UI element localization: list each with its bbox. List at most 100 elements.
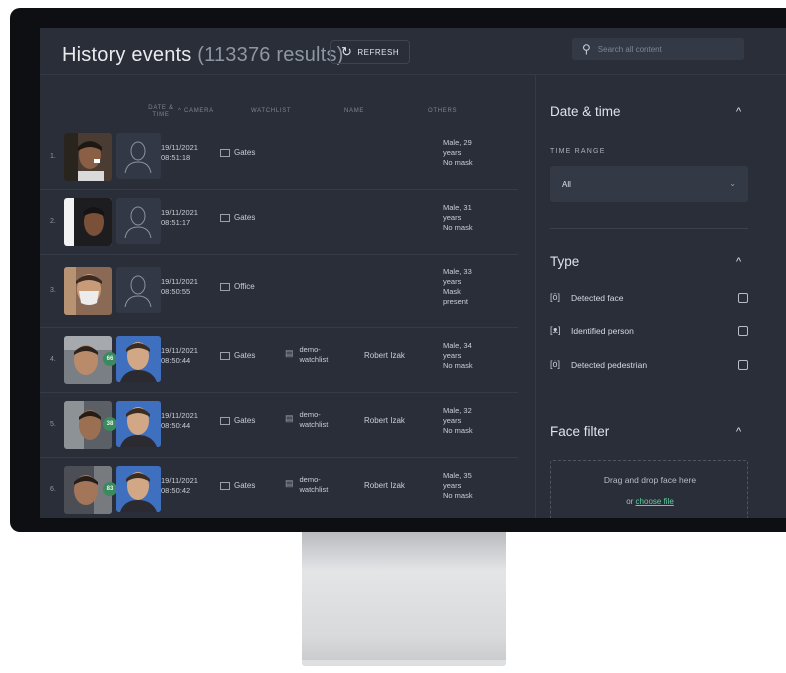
column-header-camera[interactable]: CAMERA <box>184 108 214 115</box>
event-datetime: 19/11/2021 08:51:18 <box>161 143 198 162</box>
event-camera: Gates <box>220 481 255 490</box>
checkbox[interactable] <box>738 360 748 370</box>
page-title: History events (113376 results) <box>62 44 344 67</box>
event-camera: Gates <box>220 148 255 157</box>
checkbox[interactable] <box>738 326 748 336</box>
date-time-section-title: Date & time <box>550 104 621 119</box>
row-number: 3. <box>50 287 56 294</box>
monitor-frame: History events (113376 results) ↻ REFRES… <box>10 8 786 532</box>
table-row[interactable]: 5. 38 19/11/2021 08:50:44 Gates ▤ demo- … <box>40 393 518 458</box>
match-score-badge: 66 <box>103 352 117 366</box>
event-others: Male, 33 years Mask present <box>443 267 472 306</box>
event-others: Male, 31 years No mask <box>443 203 473 232</box>
drop-instruction: Drag and drop face here <box>603 475 697 485</box>
person-scan-icon: [ᴥ] <box>550 325 561 335</box>
face-filter-section-title: Face filter <box>550 424 610 439</box>
page-title-text: History events <box>62 44 192 66</box>
type-option-detected-pedestrian[interactable]: [ȯ] Detected pedestrian <box>550 359 750 373</box>
type-section-title: Type <box>550 254 580 269</box>
chevron-up-icon[interactable]: ^ <box>736 106 741 118</box>
placeholder-face-icon <box>116 198 161 244</box>
results-count: (113376 results) <box>197 44 344 66</box>
camera-icon <box>220 282 230 291</box>
placeholder-face-icon <box>116 133 161 179</box>
watchlist-icon: ▤ <box>285 478 294 488</box>
event-datetime: 19/11/2021 08:50:44 <box>161 411 198 430</box>
camera-icon <box>220 148 230 157</box>
event-datetime: 19/11/2021 08:51:17 <box>161 208 198 227</box>
event-person-name[interactable]: Robert Izak <box>364 416 405 425</box>
row-number: 1. <box>50 153 56 160</box>
monitor-stand <box>302 532 506 664</box>
match-score-badge: 83 <box>103 482 117 496</box>
watchlist-icon: ▤ <box>285 348 294 358</box>
table-row[interactable]: 4. 66 19/11/2021 08:50:44 Gates ▤ demo- … <box>40 328 518 393</box>
app-screen: History events (113376 results) ↻ REFRES… <box>40 28 786 518</box>
table-row[interactable]: 3. 19/11/2021 08:50:55 Office Male, 33 y… <box>40 255 518 328</box>
column-header-others[interactable]: OTHERS <box>428 108 457 115</box>
event-others: Male, 35 years No mask <box>443 471 473 500</box>
event-camera: Gates <box>220 213 255 222</box>
search-placeholder: Search all content <box>597 44 662 54</box>
choose-file-line: or choose file <box>626 497 674 506</box>
row-number: 4. <box>50 356 56 363</box>
event-datetime: 19/11/2021 08:50:42 <box>161 476 198 495</box>
watchlist-photo[interactable] <box>116 466 161 512</box>
row-number: 6. <box>50 486 56 493</box>
detection-photo[interactable] <box>64 198 112 246</box>
camera-icon <box>220 481 230 490</box>
row-number: 2. <box>50 218 56 225</box>
event-person-name[interactable]: Robert Izak <box>364 351 405 360</box>
event-watchlist[interactable]: ▤ demo- watchlist <box>285 410 328 430</box>
time-range-select[interactable]: All ⌄ <box>550 166 748 202</box>
column-header-name[interactable]: NAME <box>344 108 364 115</box>
event-watchlist[interactable]: ▤ demo- watchlist <box>285 345 328 365</box>
chevron-up-icon[interactable]: ^ <box>736 256 741 268</box>
event-others: Male, 34 years No mask <box>443 341 473 370</box>
search-icon: ⚲ <box>582 42 591 56</box>
face-scan-icon: [ō] <box>550 292 561 302</box>
detection-photo[interactable] <box>64 267 112 315</box>
face-drop-zone[interactable]: Drag and drop face here or choose file <box>550 460 748 518</box>
table-row[interactable]: 6. 83 19/11/2021 08:50:42 Gates ▤ demo- … <box>40 458 518 518</box>
column-header-date-time[interactable]: DATE & TIME <box>148 105 174 119</box>
placeholder-face-icon <box>116 267 161 313</box>
monitor-stand-base <box>302 660 506 666</box>
refresh-label: REFRESH <box>357 47 400 57</box>
time-range-label: TIME RANGE <box>550 148 606 155</box>
sidebar-divider <box>535 74 536 518</box>
header-divider <box>40 74 786 75</box>
chevron-up-icon[interactable]: ^ <box>736 426 741 438</box>
search-input[interactable]: ⚲ Search all content <box>572 38 744 60</box>
chevron-down-icon: ⌄ <box>729 179 736 188</box>
match-score-badge: 38 <box>103 417 117 431</box>
watchlist-photo[interactable] <box>116 401 161 447</box>
table-row[interactable]: 2. 19/11/2021 08:51:17 Gates Male, 31 ye… <box>40 190 518 255</box>
section-divider <box>550 228 748 229</box>
camera-icon <box>220 416 230 425</box>
watchlist-photo[interactable] <box>116 336 161 382</box>
event-camera: Gates <box>220 416 255 425</box>
event-camera: Gates <box>220 351 255 360</box>
checkbox[interactable] <box>738 293 748 303</box>
row-number: 5. <box>50 421 56 428</box>
detection-photo[interactable] <box>64 133 112 181</box>
event-person-name[interactable]: Robert Izak <box>364 481 405 490</box>
event-watchlist[interactable]: ▤ demo- watchlist <box>285 475 328 495</box>
sort-ascending-icon[interactable]: ^ <box>178 108 182 115</box>
event-others: Male, 32 years No mask <box>443 406 473 435</box>
type-option-identified-person[interactable]: [ᴥ] Identified person <box>550 325 750 339</box>
event-datetime: 19/11/2021 08:50:44 <box>161 346 198 365</box>
pedestrian-scan-icon: [ȯ] <box>550 359 561 369</box>
watchlist-icon: ▤ <box>285 413 294 423</box>
type-option-detected-face[interactable]: [ō] Detected face <box>550 292 750 306</box>
choose-file-link[interactable]: choose file <box>636 497 674 506</box>
event-datetime: 19/11/2021 08:50:55 <box>161 277 198 296</box>
table-row[interactable]: 1. 19/11/2021 08:51:18 Gates Male, 29 ye… <box>40 125 518 190</box>
event-camera: Office <box>220 282 255 291</box>
camera-icon <box>220 213 230 222</box>
column-header-watchlist[interactable]: WATCHLIST <box>251 108 291 115</box>
refresh-button[interactable]: ↻ REFRESH <box>330 40 411 64</box>
event-others: Male, 29 years No mask <box>443 138 473 167</box>
camera-icon <box>220 351 230 360</box>
